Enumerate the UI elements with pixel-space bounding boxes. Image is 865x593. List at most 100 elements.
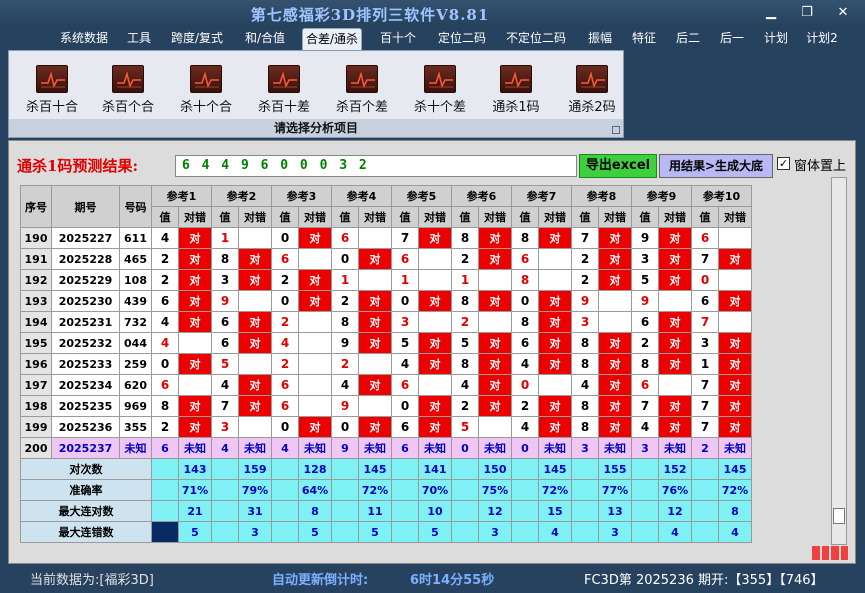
stats-label: 对次数 xyxy=(20,458,152,480)
prediction-label: 通杀1码预测结果: xyxy=(17,157,138,175)
seq-cell: 197 xyxy=(20,374,52,396)
stats-spacer xyxy=(331,458,359,480)
table-row[interactable]: 197 2025234 620 6 4 对 6 4 对 6 4 对 0 4 对 6 7 对 xyxy=(20,374,752,396)
menu-item[interactable]: 特征 xyxy=(626,28,662,50)
value-cell: 4 xyxy=(211,374,239,396)
stats-value: 79% xyxy=(238,479,272,501)
stats-spacer xyxy=(151,521,179,543)
value-cell: 6 xyxy=(391,416,419,438)
ribbon-item[interactable]: 杀百个合 xyxy=(93,65,163,115)
scrollbar-thumb[interactable] xyxy=(833,508,845,524)
table-row[interactable]: 191 2025228 465 2 对 8 对 6 0 对 6 2 对 6 2 对 3 对 7 对 xyxy=(20,248,752,270)
stats-spacer xyxy=(691,500,719,522)
value-cell: 2 xyxy=(691,437,719,459)
stats-value: 150 xyxy=(478,458,512,480)
result-cell: 对 xyxy=(238,374,272,396)
result-cell: 对 xyxy=(598,248,632,270)
menu-item[interactable]: 计划 xyxy=(758,28,794,50)
minimize-icon[interactable]: ▁ xyxy=(760,4,782,22)
value-cell: 4 xyxy=(571,374,599,396)
result-cell: 对 xyxy=(538,290,572,312)
table-row[interactable]: 194 2025231 732 4 对 6 对 2 8 对 3 2 8 对 3 6 对 7 xyxy=(20,311,752,333)
menu-item[interactable]: 后一 xyxy=(714,28,750,50)
table-row[interactable]: 192 2025229 108 2 对 3 对 2 对 1 1 1 8 2 对 5 对 0 xyxy=(20,269,752,291)
table-row[interactable]: 196 2025233 259 0 对 5 2 2 4 对 8 对 4 对 8 对 8 对 1 对 xyxy=(20,353,752,375)
stats-row: 对次数 143 159 128 145 141 150 145 155 152 145 xyxy=(20,458,752,480)
result-cell xyxy=(238,416,272,438)
number-cell: 465 xyxy=(119,248,152,270)
stats-spacer xyxy=(451,479,479,501)
table-row[interactable]: 193 2025230 439 6 对 9 0 对 2 对 0 对 8 对 0 对 9 9 6 对 xyxy=(20,290,752,312)
result-cell xyxy=(178,332,212,354)
result-cell: 对 xyxy=(238,248,272,270)
menu-item[interactable]: 定位二码 xyxy=(432,28,492,50)
ribbon-item[interactable]: 杀百十合 xyxy=(17,65,87,115)
prediction-result-field[interactable]: 6 4 4 9 6 0 0 0 3 2 xyxy=(175,155,577,177)
menu-item[interactable]: 合差/通杀 xyxy=(302,28,362,50)
ribbon-item[interactable]: 通杀1码 xyxy=(481,65,551,115)
value-cell: 0 xyxy=(511,437,539,459)
result-cell: 未知 xyxy=(718,437,752,459)
menu-item[interactable]: 计划2 xyxy=(802,28,842,50)
result-cell: 对 xyxy=(358,290,392,312)
vertical-scrollbar[interactable] xyxy=(831,177,847,545)
ribbon-item[interactable]: 杀百十差 xyxy=(249,65,319,115)
ribbon-expand-icon[interactable] xyxy=(612,126,620,134)
result-cell xyxy=(538,374,572,396)
value-cell: 4 xyxy=(151,332,179,354)
menu-item[interactable]: 后二 xyxy=(670,28,706,50)
stats-value: 152 xyxy=(658,458,692,480)
on-top-checkbox[interactable]: ✓ xyxy=(777,157,790,170)
table-row[interactable]: 190 2025227 611 4 对 1 0 对 6 7 对 8 对 8 对 7 对 9 对 6 xyxy=(20,227,752,249)
menu-item[interactable]: 和/合值 xyxy=(240,28,290,50)
ribbon-item[interactable]: 杀百个差 xyxy=(327,65,397,115)
export-excel-button[interactable]: 导出excel xyxy=(579,154,657,178)
value-cell: 3 xyxy=(571,311,599,333)
stats-row: 最大连对数 21 31 8 11 10 12 15 13 12 8 xyxy=(20,500,752,522)
menu-item[interactable]: 振幅 xyxy=(582,28,618,50)
value-cell: 2 xyxy=(451,248,479,270)
stats-spacer xyxy=(151,500,179,522)
value-cell: 5 xyxy=(451,332,479,354)
menu-item[interactable]: 不定位二码 xyxy=(502,28,570,50)
stats-value: 4 xyxy=(718,521,752,543)
result-cell: 对 xyxy=(538,395,572,417)
result-cell: 对 xyxy=(298,269,332,291)
ribbon-item[interactable]: 杀十个合 xyxy=(171,65,241,115)
value-cell: 3 xyxy=(631,437,659,459)
value-cell: 0 xyxy=(331,248,359,270)
menu-item[interactable]: 系统数据 xyxy=(56,28,112,50)
countdown-value: 6时14分55秒 xyxy=(410,573,495,588)
seq-cell: 191 xyxy=(20,248,52,270)
result-cell: 对 xyxy=(718,290,752,312)
value-cell: 0 xyxy=(271,290,299,312)
result-cell: 对 xyxy=(238,311,272,333)
result-cell xyxy=(358,353,392,375)
close-icon[interactable]: ✕ xyxy=(832,4,854,22)
stats-spacer xyxy=(511,479,539,501)
value-cell: 6 xyxy=(211,311,239,333)
issue-cell: 2025235 xyxy=(51,395,120,417)
value-cell: 8 xyxy=(451,353,479,375)
result-subheader: 对错 xyxy=(718,206,752,228)
menu-item[interactable]: 工具 xyxy=(124,28,154,50)
table-row[interactable]: 195 2025232 044 4 6 对 4 9 对 5 对 5 对 6 对 8 对 2 对 3 对 xyxy=(20,332,752,354)
value-subheader: 值 xyxy=(571,206,599,228)
value-cell: 0 xyxy=(691,269,719,291)
restore-icon[interactable]: ❐ xyxy=(796,4,818,22)
table-row[interactable]: 198 2025235 969 8 对 7 对 6 9 0 对 2 对 2 对 8 对 7 对 7 对 xyxy=(20,395,752,417)
ribbon-item[interactable]: 杀十个差 xyxy=(405,65,475,115)
generate-base-button[interactable]: 用结果>生成大底 xyxy=(659,154,773,178)
value-cell: 2 xyxy=(151,269,179,291)
stats-value: 5 xyxy=(358,521,392,543)
result-cell: 对 xyxy=(178,269,212,291)
stats-value: 155 xyxy=(598,458,632,480)
pending-row[interactable]: 200 2025237 未知 6 未知 4 未知 4 未知 9 未知 6 未知 0 未知 0 未知 3 未知 3 未知 2… xyxy=(20,437,752,459)
value-cell: 4 xyxy=(511,353,539,375)
result-cell: 未知 xyxy=(538,437,572,459)
table-row[interactable]: 199 2025236 355 2 对 3 0 对 0 对 6 对 5 4 对 8 对 4 对 7 对 xyxy=(20,416,752,438)
menu-item[interactable]: 百十个 xyxy=(377,28,419,50)
value-cell: 9 xyxy=(331,437,359,459)
ribbon-item[interactable]: 通杀2码 xyxy=(557,65,627,115)
menu-item[interactable]: 跨度/复式 xyxy=(168,28,226,50)
